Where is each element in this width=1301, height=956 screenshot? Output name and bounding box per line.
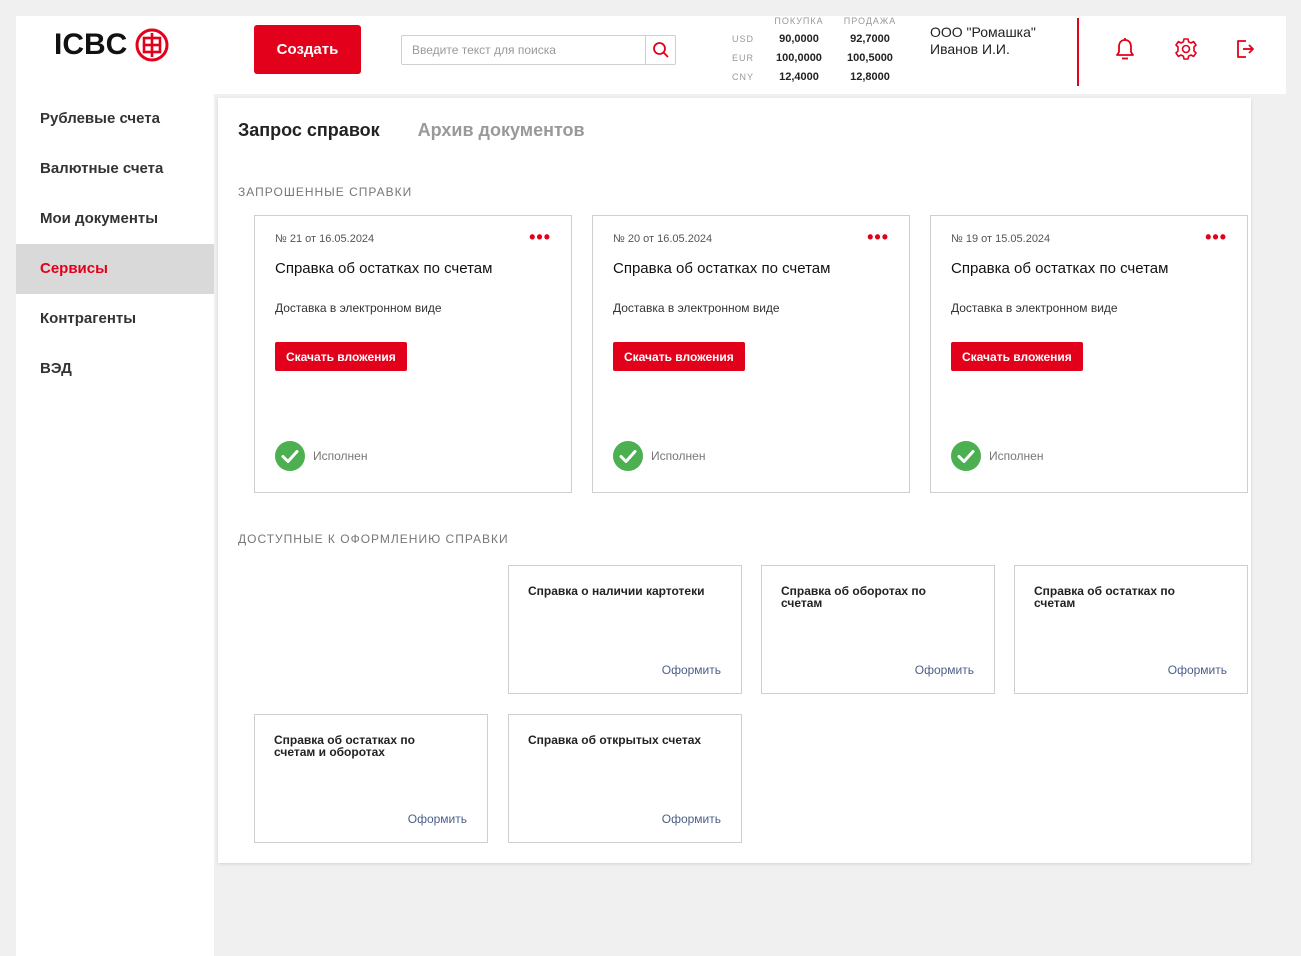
requested-card: № 19 от 15.05.2024 ••• Справка об остатк… [930,215,1248,493]
rate-buy-value: 100,0000 [776,52,822,64]
rate-currency: EUR [731,53,754,63]
tab-request-certificates[interactable]: Запрос справок [238,120,380,141]
available-card[interactable]: Справка об оборотах по счетам Оформить [761,565,995,694]
sidebar-item-rub-accounts[interactable]: Рублевые счета [16,94,214,144]
rate-buy-value: 90,0000 [779,33,819,45]
check-circle-icon [275,441,305,471]
request-status: Исполнен [275,441,367,471]
sidebar-item-my-documents[interactable]: Мои документы [16,194,214,244]
rate-sell-value: 12,8000 [850,71,890,83]
content-panel: Запрос справок Архив документов ЗАПРОШЕН… [218,98,1251,863]
sidebar: Рублевые счета Валютные счета Мои докуме… [16,94,214,956]
icbc-logo-icon [135,28,169,62]
logout-icon [1237,40,1254,58]
rate-buy-value: 12,4000 [779,71,819,83]
download-attachments-button[interactable]: Скачать вложения [275,342,407,371]
logo[interactable]: ICBC [54,28,169,62]
download-attachments-button[interactable]: Скачать вложения [613,342,745,371]
rate-sell-header: ПРОДАЖА [843,16,897,26]
gear-icon [1175,38,1197,60]
request-delivery: Доставка в электронном виде [613,301,780,315]
search-box [401,35,676,65]
more-menu-icon[interactable]: ••• [529,228,551,246]
request-delivery: Доставка в электронном виде [951,301,1118,315]
request-number: № 19 от 15.05.2024 [951,233,1051,245]
logo-text: ICBC [54,28,128,61]
requested-card: № 21 от 16.05.2024 ••• Справка об остатк… [254,215,572,493]
header: ICBC Создать USD EUR CNY [16,16,1286,94]
rate-buy-header: ПОКУПКА [774,16,824,26]
request-status: Исполнен [613,441,705,471]
more-menu-icon[interactable]: ••• [867,228,889,246]
issue-link[interactable]: Оформить [915,663,974,677]
logout-button[interactable] [1232,36,1258,62]
tab-documents-archive[interactable]: Архив документов [418,120,585,141]
create-button[interactable]: Создать [254,25,361,74]
tabs: Запрос справок Архив документов [238,120,585,141]
requested-card: № 20 от 16.05.2024 ••• Справка об остатк… [592,215,910,493]
available-title: Справка об остатках по счетам [1034,584,1175,610]
rate-currency: USD [731,34,754,44]
settings-button[interactable] [1173,36,1199,62]
sidebar-item-ved[interactable]: ВЭД [16,344,214,394]
notifications-button[interactable] [1112,36,1138,62]
user-name: Иванов И.И. [930,41,1010,57]
available-card[interactable]: Справка об остатках по счетам и оборотах… [254,714,488,843]
available-title: Справка об остатках по счетам и оборотах [274,733,415,759]
check-circle-icon [951,441,981,471]
status-label: Исполнен [313,449,368,463]
sidebar-item-counterparties[interactable]: Контрагенты [16,294,214,344]
available-card[interactable]: Справка об открытых счетах Оформить [508,714,742,843]
available-title: Справка об открытых счетах [528,733,702,747]
sidebar-item-services[interactable]: Сервисы [16,244,214,294]
available-section-title: ДОСТУПНЫЕ К ОФОРМЛЕНИЮ СПРАВКИ [238,532,509,546]
header-divider [1077,18,1079,86]
bell-icon [1116,38,1134,60]
issue-link[interactable]: Оформить [662,663,721,677]
search-button[interactable] [645,36,675,64]
search-icon [652,42,669,58]
more-menu-icon[interactable]: ••• [1205,228,1227,246]
company-name: ООО "Ромашка" [930,24,1036,40]
available-card[interactable]: Справка о наличии картотеки Оформить [508,565,742,694]
download-attachments-button[interactable]: Скачать вложения [951,342,1083,371]
check-circle-icon [613,441,643,471]
request-status: Исполнен [951,441,1043,471]
request-title: Справка об остатках по счетам [613,260,831,277]
request-number: № 21 от 16.05.2024 [275,233,375,245]
request-title: Справка об остатках по счетам [951,260,1169,277]
status-label: Исполнен [651,449,706,463]
request-number: № 20 от 16.05.2024 [613,233,713,245]
status-label: Исполнен [989,449,1044,463]
issue-link[interactable]: Оформить [408,812,467,826]
sidebar-item-currency-accounts[interactable]: Валютные счета [16,144,214,194]
rate-sell-value: 100,5000 [847,52,893,64]
issue-link[interactable]: Оформить [1168,663,1227,677]
request-delivery: Доставка в электронном виде [275,301,442,315]
request-title: Справка об остатках по счетам [275,260,493,277]
search-input[interactable] [402,36,645,64]
requested-section-title: ЗАПРОШЕННЫЕ СПРАВКИ [238,185,413,199]
rate-sell-value: 92,7000 [850,33,890,45]
available-title: Справка об оборотах по счетам [781,584,926,610]
rate-currency: CNY [731,72,754,82]
company-info[interactable]: ООО "Ромашка" Иванов И.И. [930,24,1036,58]
issue-link[interactable]: Оформить [662,812,721,826]
available-title: Справка о наличии картотеки [528,584,705,598]
available-card[interactable]: Справка об остатках по счетам Оформить [1014,565,1248,694]
